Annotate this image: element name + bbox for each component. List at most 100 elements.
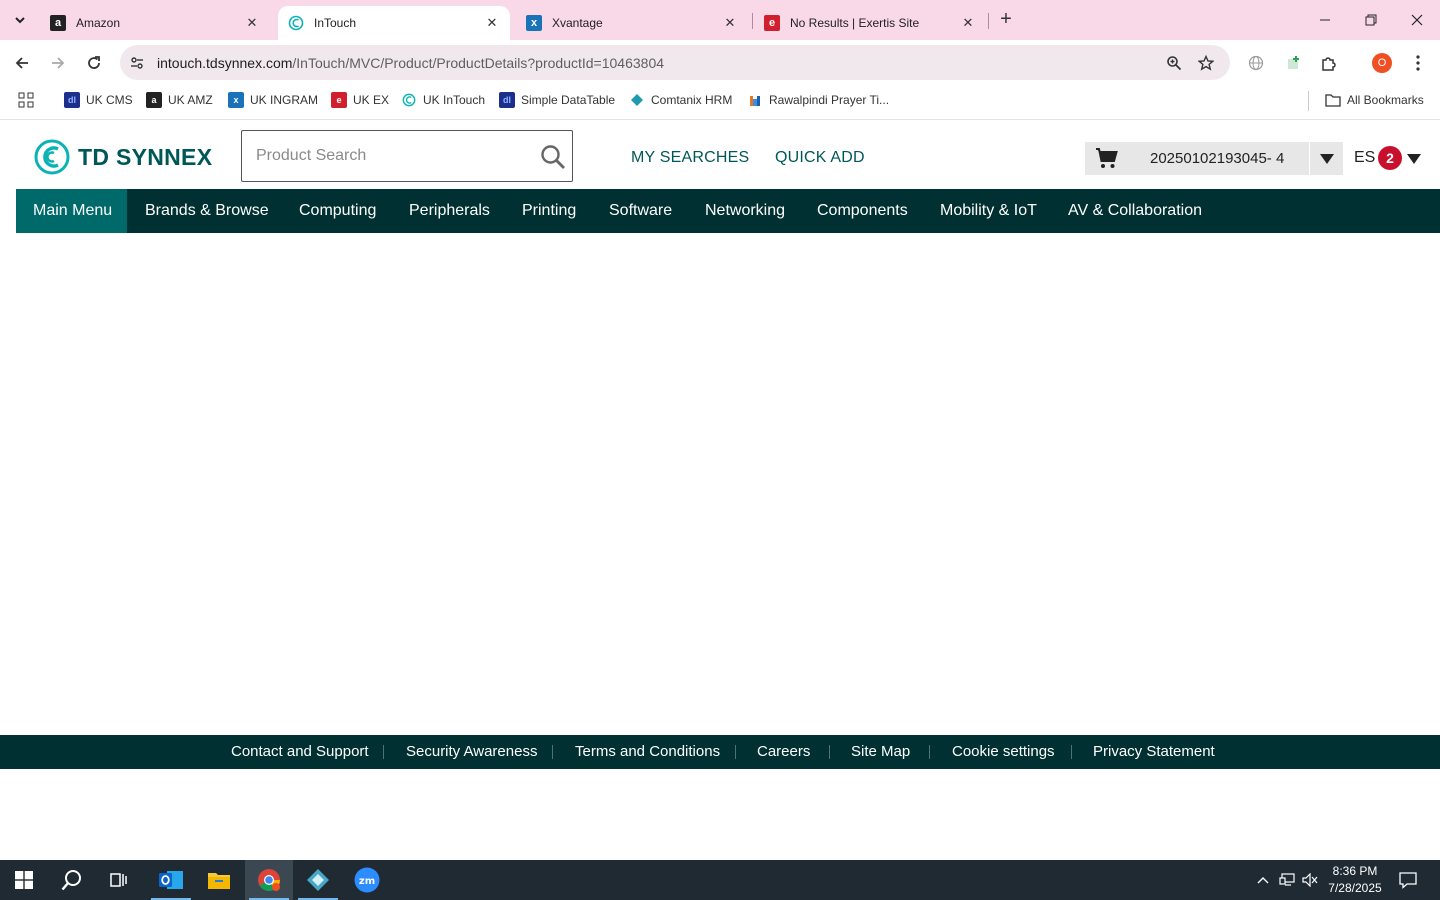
forward-button[interactable] <box>44 49 72 77</box>
profile-avatar[interactable]: O <box>1372 53 1392 73</box>
tab-search-button[interactable] <box>8 8 32 32</box>
reload-button[interactable] <box>80 49 108 77</box>
more-menu-icon[interactable] <box>1408 53 1428 73</box>
reload-icon <box>88 56 100 69</box>
comtanix-icon <box>629 92 645 108</box>
back-button[interactable] <box>8 49 36 77</box>
close-icon[interactable]: ✕ <box>960 15 976 31</box>
folder-icon <box>1325 92 1341 108</box>
notification-badge[interactable]: 2 <box>1378 146 1402 170</box>
tab-amazon[interactable]: a Amazon ✕ <box>40 6 270 40</box>
bookmark-label: UK EX <box>353 93 390 107</box>
tab-separator <box>988 13 989 29</box>
app-icon <box>307 869 329 891</box>
bookmark-comtanix-hrm[interactable]: Comtanix HRM <box>629 92 732 108</box>
taskbar-clock[interactable]: 8:36 PM 7/28/2025 <box>1322 863 1388 897</box>
footer-terms-conditions[interactable]: Terms and Conditions <box>575 743 720 760</box>
taskbar-search-button[interactable] <box>48 860 96 900</box>
nav-computing[interactable]: Computing <box>299 189 376 233</box>
footer-privacy-statement[interactable]: Privacy Statement <box>1093 743 1215 760</box>
cart-selector[interactable]: 20250102193045- 4 <box>1085 142 1343 175</box>
footer-careers[interactable]: Careers <box>757 743 810 760</box>
task-view-button[interactable] <box>96 860 144 900</box>
footer-site-map[interactable]: Site Map <box>851 743 910 760</box>
site-settings-icon[interactable] <box>128 54 146 72</box>
amazon-icon: a <box>146 92 162 108</box>
zoom-icon[interactable] <box>1164 53 1184 73</box>
bookmark-uk-ingram[interactable]: x UK INGRAM <box>228 92 318 108</box>
prayer-icon <box>747 92 763 108</box>
zoom-icon: zm <box>354 867 380 893</box>
clock-date: 7/28/2025 <box>1328 881 1382 895</box>
bookmark-star-icon[interactable] <box>1196 53 1216 73</box>
nav-components[interactable]: Components <box>817 189 908 233</box>
product-search-input[interactable] <box>256 143 526 169</box>
chrome-app[interactable] <box>245 860 293 900</box>
user-initials[interactable]: ES <box>1354 149 1375 167</box>
caret-down-icon[interactable] <box>1407 154 1421 164</box>
close-icon[interactable]: ✕ <box>484 15 500 31</box>
minimize-button[interactable] <box>1302 0 1348 40</box>
outlook-icon <box>159 871 183 889</box>
file-explorer-app[interactable] <box>195 860 243 900</box>
close-icon[interactable]: ✕ <box>244 15 260 31</box>
close-window-button[interactable] <box>1394 0 1440 40</box>
bookmark-uk-intouch[interactable]: UK InTouch <box>401 92 485 108</box>
exertis-icon: e <box>764 15 780 31</box>
footer-contact-support[interactable]: Contact and Support <box>231 743 369 760</box>
pinned-app[interactable] <box>294 860 342 900</box>
tab-xvantage[interactable]: x Xvantage ✕ <box>516 6 748 40</box>
search-icon[interactable] <box>540 144 566 170</box>
cart-dropdown-button[interactable] <box>1309 142 1343 175</box>
footer-security-awareness[interactable]: Security Awareness <box>406 743 537 760</box>
bookmark-uk-ex[interactable]: e UK EX <box>331 92 389 108</box>
apps-grid-icon <box>18 92 34 108</box>
nav-brands-browse[interactable]: Brands & Browse <box>145 189 269 233</box>
ingram-icon: x <box>228 92 244 108</box>
nav-printing[interactable]: Printing <box>522 189 576 233</box>
td-synnex-logo-icon <box>34 139 70 175</box>
bookmark-label: Simple DataTable <box>521 93 616 107</box>
bookmark-rawalpindi-prayer[interactable]: Rawalpindi Prayer Ti... <box>747 92 889 108</box>
volume-button[interactable] <box>1302 872 1318 888</box>
nav-peripherals[interactable]: Peripherals <box>409 189 490 233</box>
bookmark-favicon-icon: dl <box>499 92 515 108</box>
footer-cookie-settings[interactable]: Cookie settings <box>952 743 1055 760</box>
apps-button[interactable] <box>18 92 34 108</box>
restore-button[interactable] <box>1348 0 1394 40</box>
nav-main-menu[interactable]: Main Menu <box>16 189 127 233</box>
new-tab-button[interactable]: + <box>994 8 1018 32</box>
bookmark-label: UK INGRAM <box>250 93 319 107</box>
extensions-puzzle-icon[interactable] <box>1319 53 1339 73</box>
action-center-button[interactable] <box>1398 870 1418 890</box>
url-text[interactable]: intouch.tdsynnex.com/InTouch/MVC/Product… <box>157 55 664 71</box>
nav-mobility-iot[interactable]: Mobility & IoT <box>940 189 1037 233</box>
nav-av-collaboration[interactable]: AV & Collaboration <box>1068 189 1202 233</box>
nav-software[interactable]: Software <box>609 189 672 233</box>
show-hidden-icons-button[interactable] <box>1255 872 1271 888</box>
outlook-app[interactable] <box>147 860 195 900</box>
nav-networking[interactable]: Networking <box>705 189 785 233</box>
tab-exertis[interactable]: e No Results | Exertis Site ✕ <box>754 6 986 40</box>
folder-icon <box>208 873 230 889</box>
bookmark-favicon-icon: dl <box>64 92 80 108</box>
globe-extension-icon[interactable] <box>1246 53 1266 73</box>
td-synnex-logo[interactable]: TD SYNNEX <box>34 139 212 175</box>
zoom-app[interactable]: zm <box>343 860 391 900</box>
intouch-icon <box>401 92 417 108</box>
url-host: intouch.tdsynnex.com <box>157 55 293 71</box>
start-button[interactable] <box>0 860 48 900</box>
bookmark-uk-cms[interactable]: dl UK CMS <box>64 92 133 108</box>
extension-plus-icon[interactable] <box>1284 53 1304 73</box>
bookmark-uk-amz[interactable]: a UK AMZ <box>146 92 213 108</box>
quick-add-link[interactable]: QUICK ADD <box>775 149 865 167</box>
caret-down-icon <box>1319 153 1334 164</box>
tab-intouch[interactable]: InTouch ✕ <box>278 6 510 40</box>
network-button[interactable] <box>1279 872 1295 888</box>
bookmark-simple-datatable[interactable]: dl Simple DataTable <box>499 92 615 108</box>
svg-text:zm: zm <box>359 876 375 887</box>
my-searches-link[interactable]: MY SEARCHES <box>631 149 749 167</box>
all-bookmarks-button[interactable]: All Bookmarks <box>1325 92 1424 108</box>
arrow-right-icon <box>52 57 65 69</box>
close-icon[interactable]: ✕ <box>722 15 738 31</box>
